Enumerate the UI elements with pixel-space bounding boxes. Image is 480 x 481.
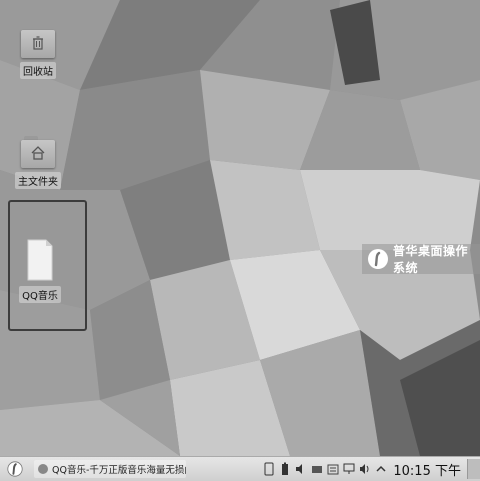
speaker-icon[interactable]: [359, 462, 371, 476]
desktop-icon-qq-music[interactable]: QQ音乐: [12, 238, 68, 303]
clock-time: 10:15: [393, 463, 431, 479]
desktop-icon-home-folder[interactable]: 主文件夹: [10, 136, 66, 189]
chevron-up-icon[interactable]: [375, 462, 387, 476]
os-brand-text: 普华桌面操作系统: [393, 244, 469, 275]
task-label: QQ音乐-千万正版音乐海量无损曲库新: [52, 465, 186, 476]
clock[interactable]: 10:15 下午: [393, 460, 461, 479]
show-desktop-button[interactable]: [467, 459, 480, 479]
os-logo-icon: [7, 461, 23, 477]
file-icon: [26, 238, 54, 282]
trash-icon: [21, 26, 55, 58]
system-tray: 10:15 下午: [261, 457, 480, 481]
drive-icon[interactable]: [311, 462, 323, 476]
taskbar-window-qq-music[interactable]: QQ音乐-千万正版音乐海量无损曲库新: [34, 460, 186, 478]
phone-icon[interactable]: [263, 462, 275, 476]
os-logo-icon: [368, 249, 388, 269]
desktop-icon-trash[interactable]: 回收站: [10, 26, 66, 79]
battery-icon[interactable]: [279, 462, 291, 476]
home-folder-icon: [21, 136, 55, 168]
app-icon: [38, 464, 48, 474]
folder-icon[interactable]: [327, 462, 339, 476]
taskbar: QQ音乐-千万正版音乐海量无损曲库新 10:15 下午: [0, 456, 480, 481]
os-brand-banner: 普华桌面操作系统: [362, 244, 480, 275]
desktop-icon-label: QQ音乐: [19, 286, 61, 303]
start-menu-button[interactable]: [0, 457, 30, 481]
display-icon[interactable]: [343, 462, 355, 476]
desktop-icon-label: 回收站: [20, 62, 56, 79]
volume-icon[interactable]: [295, 462, 307, 476]
clock-ampm: 下午: [434, 463, 461, 479]
desktop-icon-label: 主文件夹: [15, 172, 61, 189]
